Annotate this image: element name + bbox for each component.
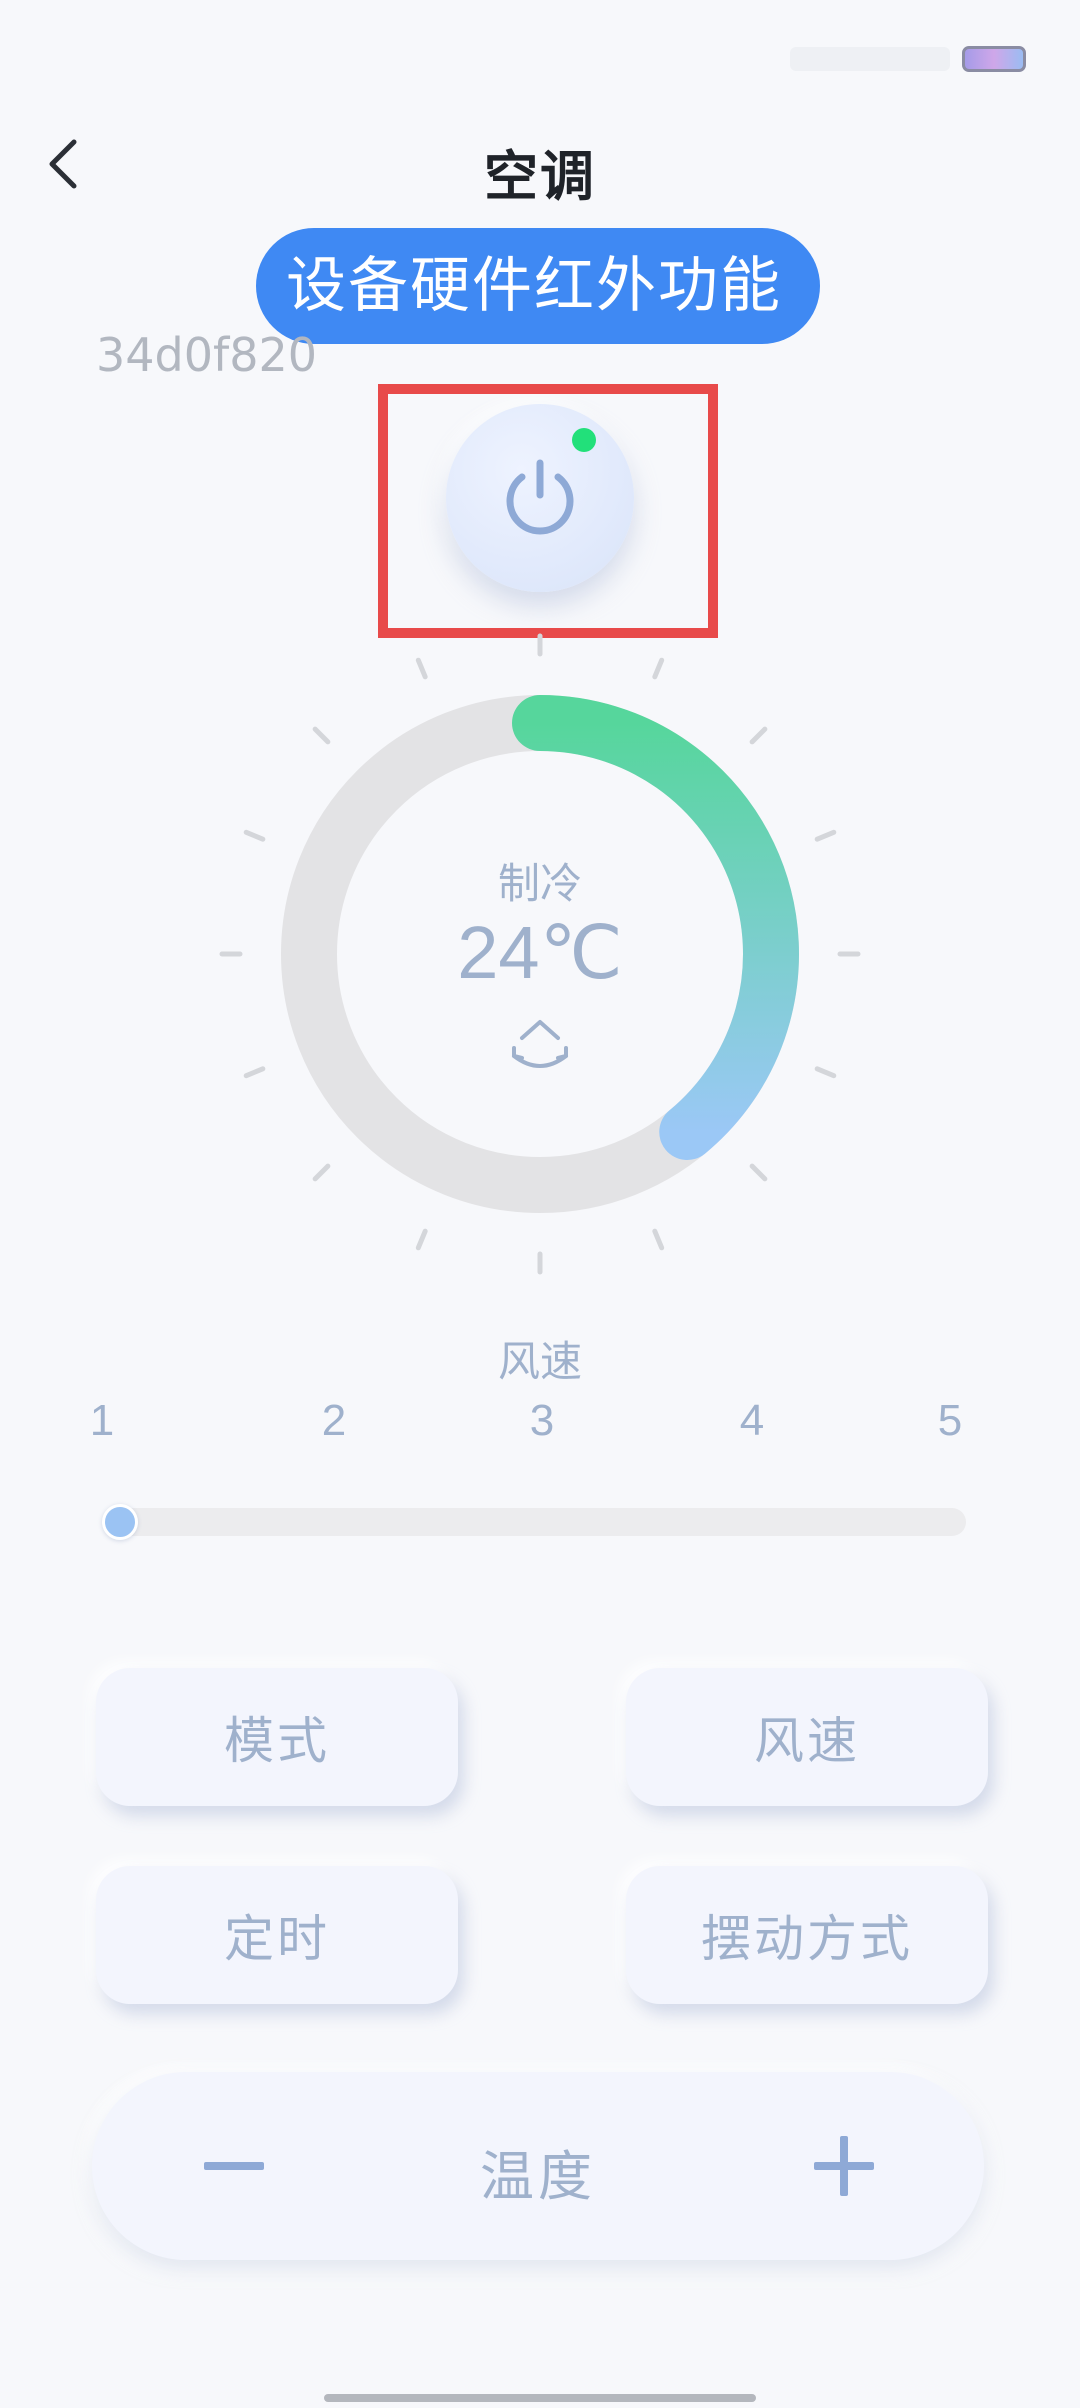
- fan-level-5[interactable]: 5: [920, 1396, 980, 1446]
- dial-tick: [749, 726, 768, 745]
- temperature-control-bar: 温度: [92, 2072, 984, 2260]
- dial-tick: [415, 657, 428, 680]
- swing-mode-button[interactable]: 摆动方式: [626, 1866, 988, 2004]
- mode-button[interactable]: 模式: [96, 1668, 458, 1806]
- mode-label: 制冷: [497, 859, 582, 908]
- dial-tick: [749, 1163, 768, 1182]
- dial-tick: [814, 829, 837, 842]
- swing-arrows-icon: [512, 1020, 568, 1068]
- dial-tick: [312, 1163, 331, 1182]
- fan-level-1[interactable]: 1: [72, 1396, 132, 1446]
- dial-tick: [243, 1066, 266, 1079]
- fan-speed-slider[interactable]: [104, 1508, 966, 1536]
- dial-tick: [814, 1066, 837, 1079]
- temperature-value: 24℃: [457, 911, 623, 994]
- plus-icon: [814, 2136, 874, 2196]
- fan-level-2[interactable]: 2: [304, 1396, 364, 1446]
- temperature-increase-button[interactable]: [784, 2106, 904, 2226]
- dial-tick: [652, 657, 665, 680]
- fan-level-4[interactable]: 4: [722, 1396, 782, 1446]
- temperature-dial[interactable]: [0, 0, 1080, 1300]
- ac-remote-screen: 空调 设备硬件红外功能 34d0f820 制冷 24℃ 风速 1 2 3 4 5…: [0, 0, 1080, 2408]
- dial-tick: [243, 829, 266, 842]
- timer-button[interactable]: 定时: [96, 1866, 458, 2004]
- home-indicator[interactable]: [324, 2394, 756, 2402]
- fan-level-3[interactable]: 3: [512, 1396, 572, 1446]
- fan-speed-slider-thumb[interactable]: [102, 1504, 138, 1540]
- fan-speed-title: 风速: [497, 1337, 582, 1386]
- fan-speed-button[interactable]: 风速: [626, 1668, 988, 1806]
- dial-tick: [312, 726, 331, 745]
- dial-tick: [652, 1228, 665, 1251]
- dial-tick: [415, 1228, 428, 1251]
